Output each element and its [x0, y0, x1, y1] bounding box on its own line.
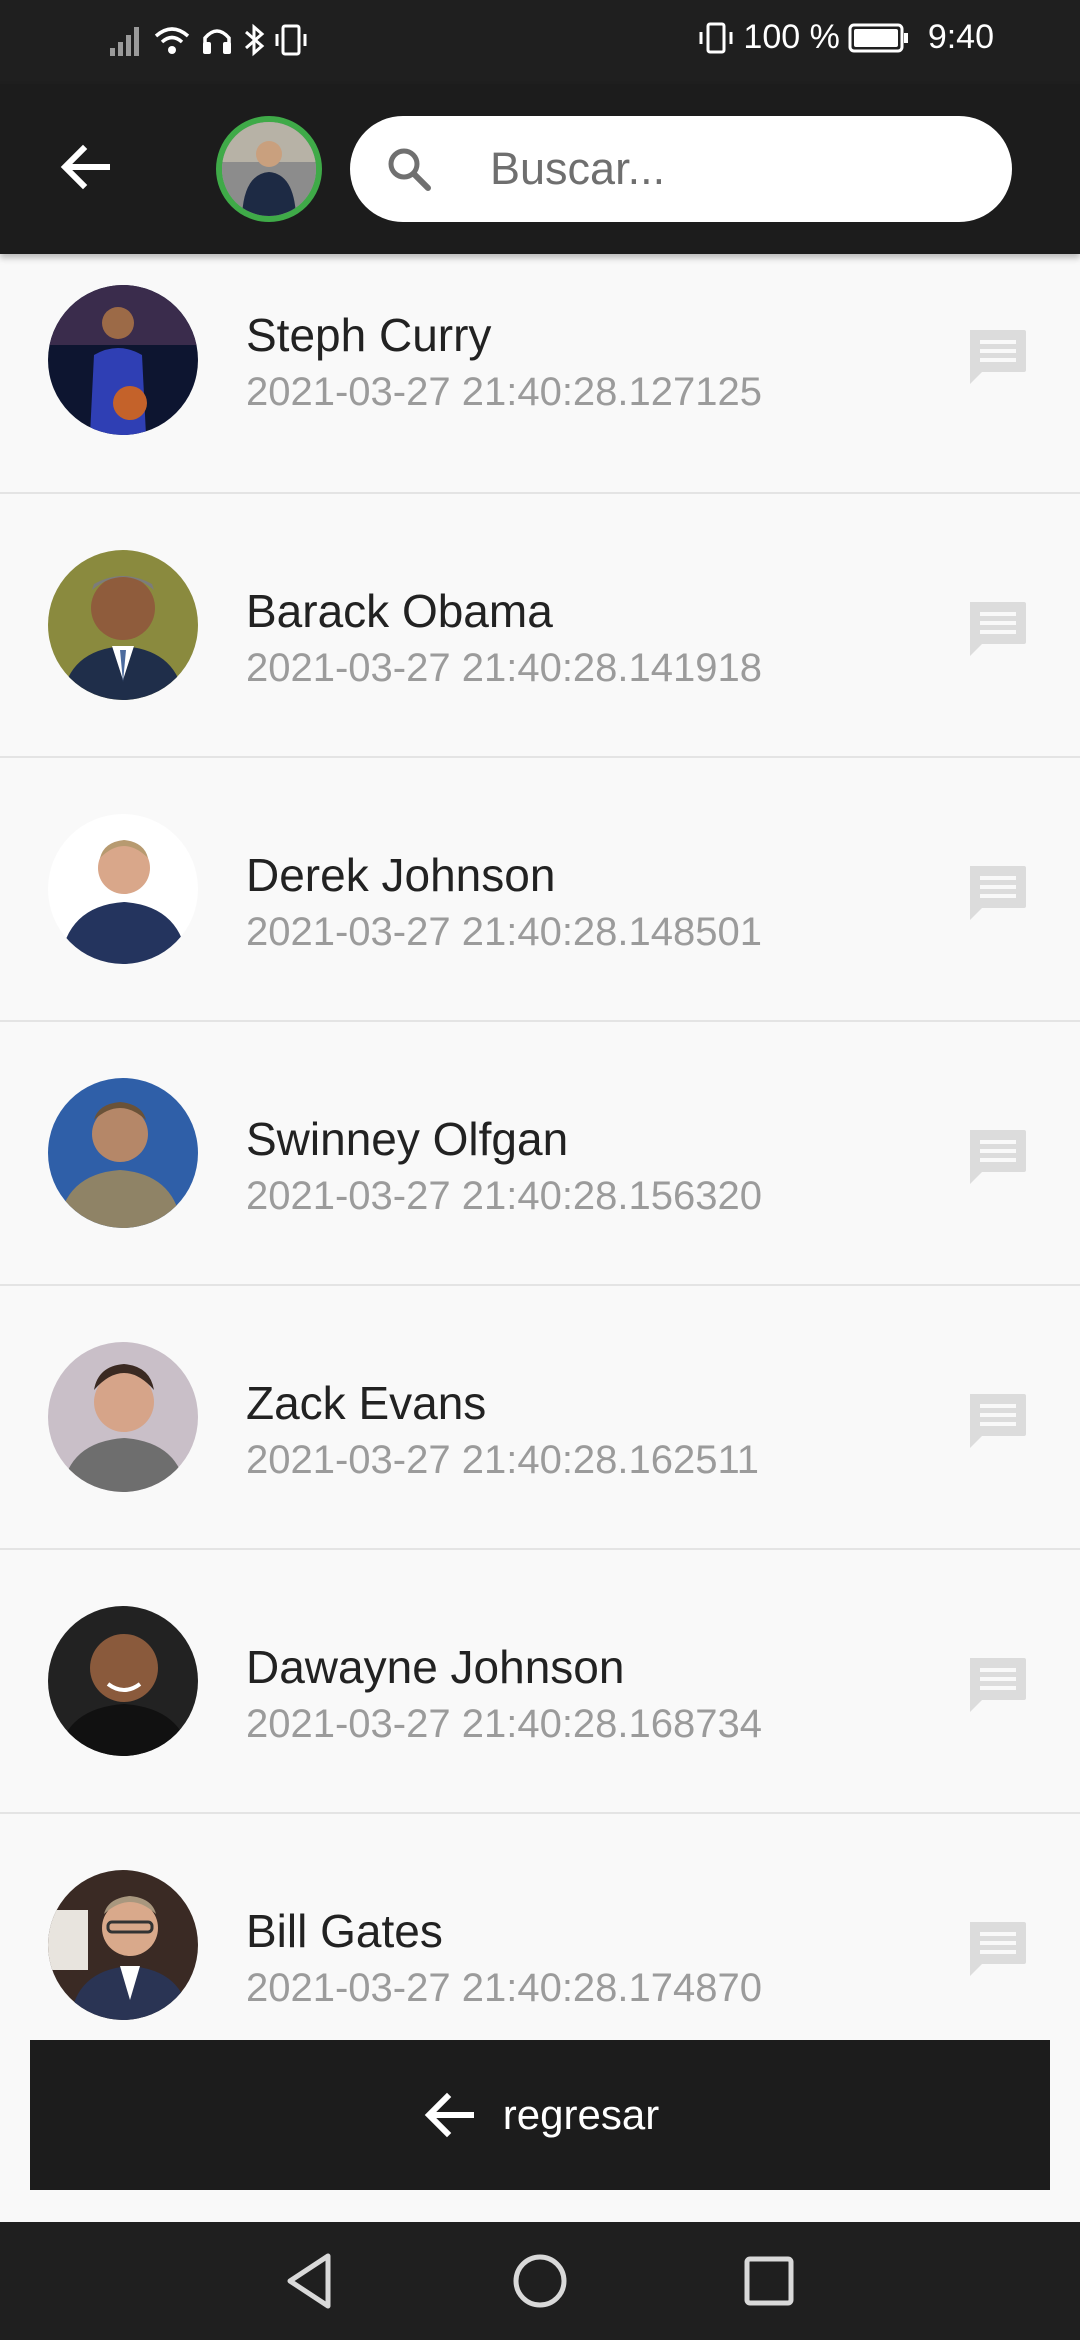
list-item[interactable]: Dawayne Johnson 2021-03-27 21:40:28.1687… [0, 1550, 1080, 1814]
contact-timestamp: 2021-03-27 21:40:28.127125 [246, 370, 763, 414]
message-icon[interactable] [964, 326, 1030, 392]
profile-avatar[interactable] [216, 116, 322, 222]
message-icon[interactable] [964, 1918, 1030, 1984]
avatar [48, 814, 198, 964]
list-item[interactable]: Swinney Olfgan 2021-03-27 21:40:28.15632… [0, 1022, 1080, 1286]
regresar-label: regresar [502, 2091, 660, 2138]
message-icon[interactable] [964, 1654, 1030, 1720]
avatar [48, 1342, 198, 1492]
contact-list: Steph Curry 2021-03-27 21:40:28.127125 B… [0, 254, 1080, 2038]
signal-icon [110, 27, 139, 56]
message-icon[interactable] [964, 1390, 1030, 1456]
contact-name: Dawayne Johnson [246, 1641, 625, 1693]
contact-timestamp: 2021-03-27 21:40:28.141918 [246, 646, 763, 690]
contact-name: Steph Curry [246, 309, 492, 361]
vibrate-icon [699, 22, 733, 53]
list-item[interactable]: Bill Gates 2021-03-27 21:40:28.174870 [0, 1814, 1080, 2038]
contact-name: Bill Gates [246, 1905, 443, 1957]
contact-timestamp: 2021-03-27 21:40:28.156320 [246, 1174, 763, 1218]
avatar [48, 1078, 198, 1228]
avatar [48, 285, 198, 435]
search-input[interactable] [490, 136, 990, 202]
search-icon [388, 148, 431, 191]
arrow-left-icon [424, 2092, 474, 2138]
contact-name: Derek Johnson [246, 849, 556, 901]
nav-back-icon[interactable] [278, 2248, 344, 2314]
list-item[interactable]: Barack Obama 2021-03-27 21:40:28.141918 [0, 494, 1080, 758]
clock: 9:40 [927, 18, 994, 56]
contact-timestamp: 2021-03-27 21:40:28.168734 [246, 1702, 763, 1746]
nav-recents-icon[interactable] [736, 2248, 802, 2314]
list-item[interactable]: Zack Evans 2021-03-27 21:40:28.162511 [0, 1286, 1080, 1550]
list-item[interactable]: Derek Johnson 2021-03-27 21:40:28.148501 [0, 758, 1080, 1022]
vibrate-icon [275, 24, 307, 56]
status-bar: 100 % 9:40 [0, 0, 1080, 84]
arrow-left-icon [60, 144, 110, 190]
contact-timestamp: 2021-03-27 21:40:28.162511 [246, 1438, 760, 1482]
wifi-icon [154, 27, 190, 54]
status-icons-right: 100 % 9:40 [697, 18, 994, 57]
message-icon[interactable] [964, 1126, 1030, 1192]
search-bar[interactable] [350, 116, 1012, 222]
bluetooth-icon [245, 23, 265, 57]
avatar [48, 550, 198, 700]
contact-timestamp: 2021-03-27 21:40:28.148501 [246, 910, 763, 954]
avatar [48, 1870, 198, 2020]
app-bar [0, 84, 1080, 254]
battery-percent: 100 % [743, 18, 840, 56]
contact-timestamp: 2021-03-27 21:40:28.174870 [246, 1966, 763, 2010]
nav-home-icon[interactable] [507, 2248, 573, 2314]
contact-name: Barack Obama [246, 585, 553, 637]
profile-photo [222, 122, 316, 216]
back-button[interactable] [52, 134, 118, 200]
status-icons-left [108, 22, 308, 58]
list-item[interactable]: Steph Curry 2021-03-27 21:40:28.127125 [0, 254, 1080, 494]
system-nav-bar [0, 2222, 1080, 2340]
headphones-icon [203, 29, 231, 54]
message-icon[interactable] [964, 862, 1030, 928]
regresar-button[interactable]: regresar [30, 2040, 1050, 2190]
battery-icon [848, 23, 908, 52]
avatar [48, 1606, 198, 1756]
message-icon[interactable] [964, 598, 1030, 664]
contact-name: Swinney Olfgan [246, 1113, 569, 1165]
contact-name: Zack Evans [246, 1377, 487, 1429]
